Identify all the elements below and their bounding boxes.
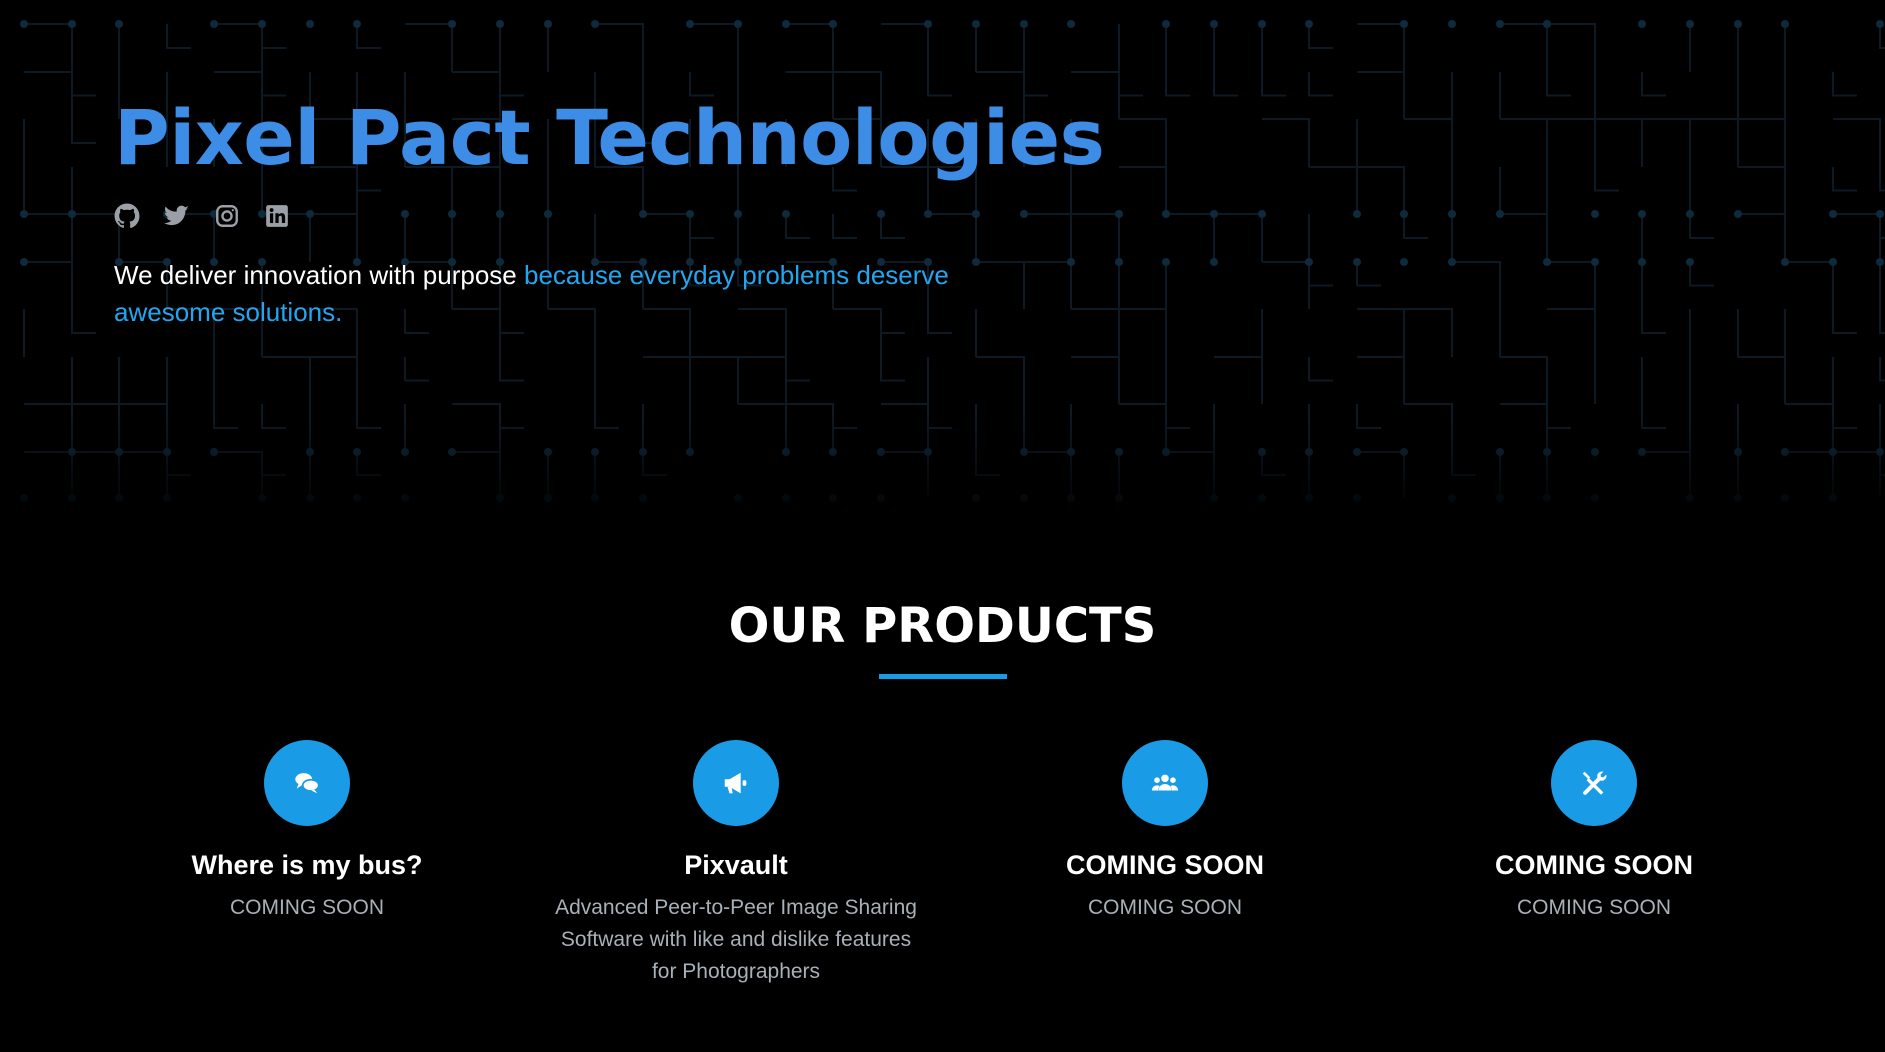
product-title: COMING SOON	[1065, 850, 1264, 880]
page: Pixel Pact Technologies We deliver innov…	[0, 0, 1885, 1052]
product-title: Pixvault	[684, 850, 788, 880]
tools-icon	[1551, 740, 1637, 826]
title-underline	[878, 674, 1007, 679]
product-title: Where is my bus?	[191, 850, 423, 880]
product-description: COMING SOON	[229, 896, 384, 919]
social-links	[114, 202, 1014, 230]
megaphone-icon	[693, 740, 779, 826]
section-title: OUR PRODUCTS	[728, 598, 1157, 654]
github-icon[interactable]	[114, 203, 140, 229]
linkedin-icon[interactable]	[264, 203, 290, 229]
product-description: COMING SOON	[1516, 896, 1671, 919]
product-description: Advanced Peer-to-Peer Image Sharing Soft…	[555, 896, 917, 983]
hero-section: Pixel Pact Technologies We deliver innov…	[0, 0, 1885, 520]
instagram-icon[interactable]	[214, 203, 240, 229]
product-card[interactable]: COMING SOON COMING SOON	[955, 740, 1375, 924]
product-title: COMING SOON	[1494, 850, 1693, 880]
chat-bubbles-icon	[264, 740, 350, 826]
twitter-icon[interactable]	[164, 203, 190, 229]
product-cards: Where is my bus? COMING SOON Pixvault Ad…	[0, 740, 1885, 1040]
products-section: OUR PRODUCTS Where is my bus? COMING SOO…	[0, 590, 1885, 983]
brand-title: Pixel Pact Technologies	[114, 93, 1105, 182]
product-card[interactable]: Pixvault Advanced Peer-to-Peer Image Sha…	[526, 740, 946, 988]
users-icon	[1122, 740, 1208, 826]
tagline: We deliver innovation with purpose becau…	[114, 257, 1014, 331]
product-card[interactable]: COMING SOON COMING SOON	[1384, 740, 1804, 924]
tagline-text: We deliver innovation with purpose	[114, 260, 524, 290]
product-description: COMING SOON	[1087, 896, 1242, 919]
product-card[interactable]: Where is my bus? COMING SOON	[97, 740, 517, 924]
hero-content: Pixel Pact Technologies We deliver innov…	[114, 86, 1105, 331]
